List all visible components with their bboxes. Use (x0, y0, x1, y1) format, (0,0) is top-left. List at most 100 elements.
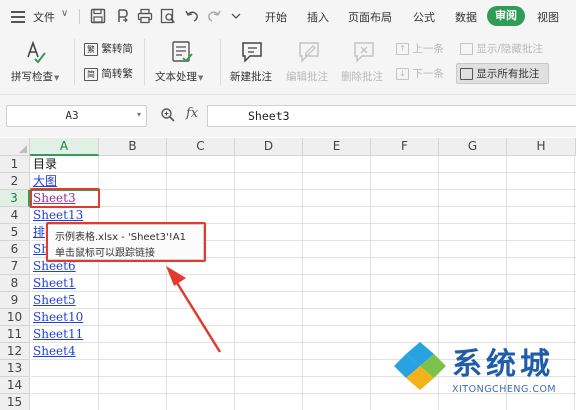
show-hide-comment-label: 显示/隐藏批注 (476, 43, 543, 55)
column-header-h[interactable]: H (507, 138, 576, 156)
watermark-url: XITONGCHENG.COM (452, 384, 557, 395)
show-all-comments-button[interactable]: 显示所有批注 (460, 66, 539, 81)
tab-review[interactable]: 审阅 (487, 6, 525, 26)
name-box[interactable]: A3 ▾ (6, 105, 147, 127)
cell-a10-link[interactable]: Sheet10 (33, 309, 83, 326)
row-header-13[interactable]: 13 (0, 360, 30, 377)
divider (79, 9, 80, 24)
spell-check-icon[interactable] (22, 39, 48, 65)
chevron-down-icon[interactable]: ∨ (61, 8, 68, 19)
tab-page-layout[interactable]: 页面布局 (348, 9, 392, 25)
tab-insert[interactable]: 插入 (307, 9, 329, 25)
chevron-down-icon[interactable]: ▼ (54, 74, 59, 82)
watermark: 系统城 XITONGCHENG.COM (388, 336, 576, 410)
row-header-3[interactable]: 3 (0, 190, 30, 207)
row-header-1[interactable]: 1 (0, 156, 30, 173)
show-hide-comment-icon (460, 43, 473, 55)
cell-a12-link[interactable]: Sheet4 (33, 343, 76, 360)
chevron-down-icon[interactable] (227, 7, 241, 25)
row-header-14[interactable]: 14 (0, 377, 30, 394)
menu-icon[interactable] (11, 11, 25, 23)
column-header-f[interactable]: F (371, 138, 439, 156)
select-all-corner[interactable] (0, 138, 30, 156)
formula-bar: A3 ▾ fx Sheet3 (0, 95, 576, 137)
red-arrow-icon (160, 262, 226, 359)
row-header-2[interactable]: 2 (0, 173, 30, 190)
spell-check-label: 拼写检查 (11, 71, 53, 83)
column-header-a[interactable]: A (30, 138, 99, 156)
text-processing-icon[interactable] (170, 39, 194, 65)
zoom-icon[interactable] (160, 107, 176, 126)
cell-a1[interactable]: 目录 (33, 156, 57, 173)
next-comment-button[interactable]: ↓ 下一条 (396, 66, 444, 81)
cell-a8-link[interactable]: Sheet1 (33, 275, 76, 292)
print-preview-icon[interactable] (159, 7, 177, 25)
watermark-brand: 系统城 (452, 347, 554, 382)
row-header-8[interactable]: 8 (0, 275, 30, 292)
tab-home[interactable]: 开始 (265, 9, 287, 25)
column-header-d[interactable]: D (235, 138, 303, 156)
show-all-comments-icon (460, 68, 473, 80)
new-comment-icon[interactable] (240, 39, 266, 65)
row-header-6[interactable]: 6 (0, 241, 30, 258)
row-header-9[interactable]: 9 (0, 292, 30, 309)
row-header-5[interactable]: 5 (0, 224, 30, 241)
divider (144, 39, 145, 85)
tab-view[interactable]: 视图 (537, 9, 559, 25)
prev-comment-label: 上一条 (412, 43, 444, 55)
save-icon[interactable] (89, 7, 107, 25)
formula-value: Sheet3 (248, 109, 290, 123)
row-header-4[interactable]: 4 (0, 207, 30, 224)
next-comment-icon: ↓ (396, 68, 409, 80)
menu-bar: 文件 ∨ 开始 插入 页面布局 公式 数据 审阅 视图 (0, 0, 576, 33)
undo-icon[interactable] (183, 7, 201, 25)
trad-to-simp-label: 繁转简 (101, 43, 133, 55)
name-box-value: A3 (65, 109, 79, 122)
watermark-logo-icon (394, 342, 446, 390)
trad-to-simp-button[interactable]: 繁 繁转简 (84, 41, 133, 56)
trad-simp-icon: 繁 (84, 42, 98, 56)
row-header-11[interactable]: 11 (0, 326, 30, 343)
function-icon[interactable]: fx (186, 106, 198, 121)
tab-data[interactable]: 数据 (455, 9, 477, 25)
text-processing-label: 文本处理 (155, 71, 197, 83)
column-header-c[interactable]: C (167, 138, 235, 156)
simp-trad-icon: 简 (84, 67, 98, 81)
highlight-box-cell (30, 188, 100, 208)
spell-check-button[interactable]: 拼写检查▼ (11, 69, 59, 84)
simp-to-trad-button[interactable]: 简 简转繁 (84, 66, 133, 81)
cell-a5-link[interactable]: 排 (33, 224, 45, 241)
print-icon[interactable] (136, 7, 154, 25)
edit-comment-icon[interactable] (297, 39, 323, 65)
tab-formulas[interactable]: 公式 (413, 9, 435, 25)
row-header-12[interactable]: 12 (0, 343, 30, 360)
highlight-box-tooltip (46, 222, 206, 262)
export-icon[interactable] (113, 7, 131, 25)
new-comment-button[interactable]: 新建批注 (230, 69, 272, 84)
column-header-e[interactable]: E (303, 138, 371, 156)
file-menu[interactable]: 文件 (33, 9, 55, 25)
edit-comment-button[interactable]: 编辑批注 (286, 69, 328, 84)
delete-comment-icon[interactable] (352, 39, 378, 65)
column-header-b[interactable]: B (99, 138, 167, 156)
text-processing-button[interactable]: 文本处理▼ (155, 69, 203, 84)
show-all-comments-label: 显示所有批注 (476, 68, 540, 80)
column-header-g[interactable]: G (439, 138, 507, 156)
simp-to-trad-label: 简转繁 (101, 68, 133, 80)
show-hide-comment-button[interactable]: 显示/隐藏批注 (460, 41, 543, 56)
redo-icon[interactable] (205, 7, 223, 25)
cell-a9-link[interactable]: Sheet5 (33, 292, 76, 309)
divider (220, 39, 221, 85)
formula-input[interactable]: Sheet3 (207, 105, 576, 127)
delete-comment-button[interactable]: 删除批注 (341, 69, 383, 84)
ribbon: 拼写检查▼ 繁 繁转简 简 简转繁 文本处理▼ 新建批注 编辑批注 删除批注 ↑… (0, 33, 576, 95)
row-header-10[interactable]: 10 (0, 309, 30, 326)
row-header-7[interactable]: 7 (0, 258, 30, 275)
prev-comment-button[interactable]: ↑ 上一条 (396, 41, 444, 56)
chevron-down-icon[interactable]: ▼ (198, 74, 203, 82)
chevron-down-icon[interactable]: ▾ (137, 110, 141, 119)
prev-comment-icon: ↑ (396, 43, 409, 55)
cell-a11-link[interactable]: Sheet11 (33, 326, 83, 343)
row-header-15[interactable]: 15 (0, 394, 30, 410)
next-comment-label: 下一条 (412, 68, 444, 80)
